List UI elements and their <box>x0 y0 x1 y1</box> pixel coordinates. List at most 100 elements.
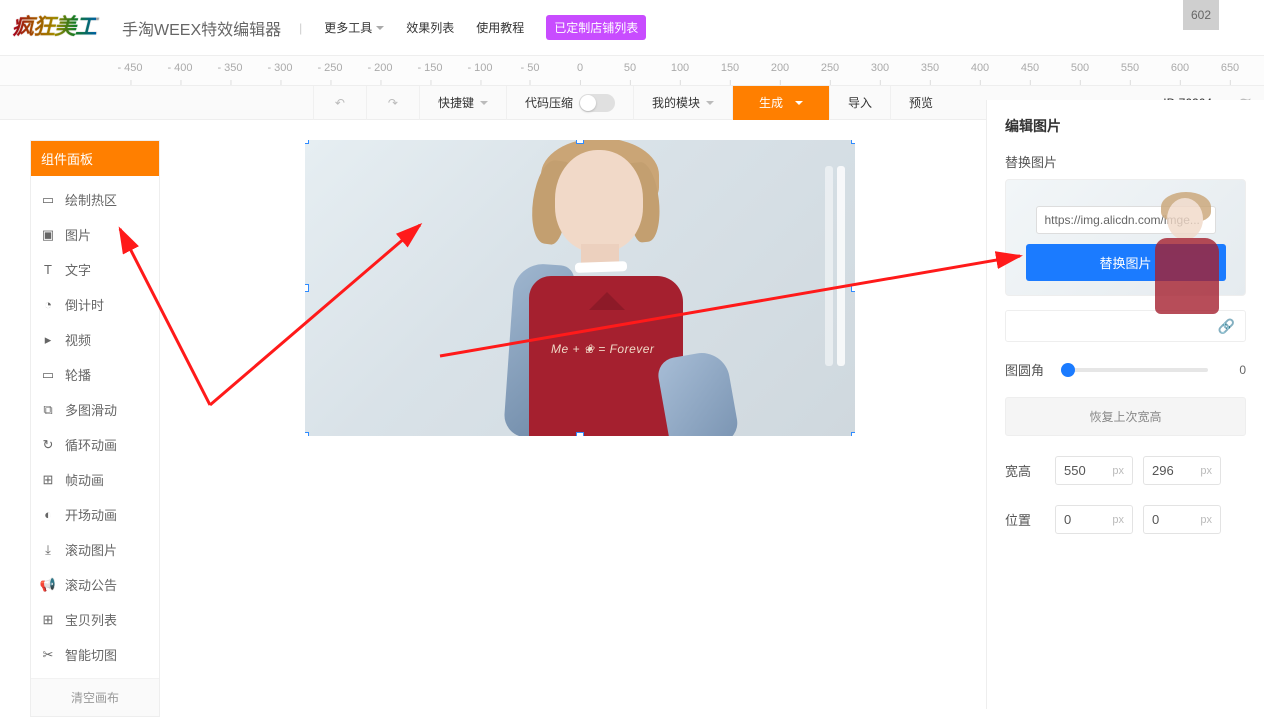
image-element[interactable]: Me + ❀ = Forever <box>305 140 855 436</box>
design-canvas[interactable]: Me + ❀ = Forever <box>305 140 855 660</box>
component-icon: ◐ <box>41 508 55 522</box>
redo-icon: ↷ <box>385 95 401 111</box>
component-item-11[interactable]: 📢滚动公告 <box>31 567 159 602</box>
component-icon: ⊞ <box>41 473 55 487</box>
component-item-12[interactable]: ⊞宝贝列表 <box>31 602 159 637</box>
image-link-field[interactable]: 🔗 <box>1005 310 1246 342</box>
toggle-switch[interactable] <box>579 94 615 112</box>
component-panel: 组件面板 ▭绘制热区▣图片 T 文字 ◔倒计时▸视频 ▭ 轮播 ⧉多图滑动 ↻ 循环动画 ⊞ 帧动画… <box>30 140 160 717</box>
caret-down-icon <box>795 101 803 109</box>
ruler-cursor: 602 <box>1183 0 1219 30</box>
ruler-tick: 50 <box>624 62 636 80</box>
caret-down-icon <box>480 101 488 109</box>
component-icon: ↻ <box>41 438 55 452</box>
size-label: 宽高 <box>1005 461 1045 480</box>
resize-handle-br[interactable] <box>851 432 855 436</box>
brand-logo-text: 疯狂美工 <box>12 14 96 39</box>
component-list: ▭绘制热区▣图片 T 文字 ◔倒计时▸视频 ▭ 轮播 ⧉多图滑动 ↻ 循环动画 ⊞ 帧动画 ◐ 开场动画… <box>31 176 159 678</box>
clear-canvas-button[interactable]: 清空画布 <box>31 678 159 716</box>
custom-shop-badge[interactable]: 已定制店铺列表 <box>546 15 646 40</box>
nav-effect-list[interactable]: 效果列表 <box>406 19 454 36</box>
component-item-8[interactable]: ⊞ 帧动画 <box>31 462 159 497</box>
ruler-tick: 150 <box>721 62 739 80</box>
component-icon: ▸ <box>41 333 55 347</box>
component-item-label: 文字 <box>65 260 91 279</box>
redo-button[interactable]: ↷ <box>366 86 419 120</box>
y-input[interactable] <box>1152 512 1192 527</box>
height-input[interactable] <box>1152 463 1192 478</box>
width-input[interactable] <box>1064 463 1104 478</box>
resize-handle-ml[interactable] <box>305 284 309 292</box>
undo-button[interactable]: ↶ <box>313 86 366 120</box>
border-radius-slider[interactable] <box>1061 368 1208 372</box>
size-row: 宽高 px px <box>1005 456 1246 485</box>
component-icon: ⧉ <box>41 403 55 417</box>
restore-size-button[interactable]: 恢复上次宽高 <box>1005 397 1246 436</box>
replace-image-label: 替换图片 <box>1005 152 1246 171</box>
ruler-tick: - 300 <box>267 62 292 80</box>
component-item-label: 开场动画 <box>65 505 117 524</box>
import-button[interactable]: 导入 <box>829 86 890 120</box>
position-label: 位置 <box>1005 510 1045 529</box>
ruler-tick: - 350 <box>217 62 242 80</box>
caret-down-icon <box>706 101 714 109</box>
ruler-tick: 300 <box>871 62 889 80</box>
width-input-wrap: px <box>1055 456 1133 485</box>
image-thumbnail-box: 替换图片 <box>1005 179 1246 296</box>
app-header: 疯狂美工 手淘WEEX特效编辑器 | 更多工具 效果列表 使用教程 已定制店铺列… <box>0 0 1264 56</box>
component-item-label: 倒计时 <box>65 295 104 314</box>
ruler-tick: 650 <box>1221 62 1239 80</box>
component-item-label: 循环动画 <box>65 435 117 454</box>
image-overlay-text: Me + ❀ = Forever <box>551 342 654 356</box>
component-item-4[interactable]: ▸视频 <box>31 322 159 357</box>
nav-tutorial[interactable]: 使用教程 <box>476 19 524 36</box>
caret-down-icon <box>376 26 384 34</box>
component-item-5[interactable]: ▭ 轮播 <box>31 357 159 392</box>
component-icon: ▭ <box>41 368 55 382</box>
component-item-label: 宝贝列表 <box>65 610 117 629</box>
ruler-tick: 100 <box>671 62 689 80</box>
slider-thumb[interactable] <box>1061 363 1075 377</box>
app-title: 手淘WEEX特效编辑器 <box>122 16 281 40</box>
component-item-13[interactable]: ✂智能切图 <box>31 637 159 672</box>
image-content: Me + ❀ = Forever <box>425 140 745 436</box>
ruler-tick: - 250 <box>317 62 342 80</box>
component-item-1[interactable]: ▣图片 <box>31 217 159 252</box>
unit-label: px <box>1200 514 1212 526</box>
component-item-label: 帧动画 <box>65 470 104 489</box>
ruler-tick: 500 <box>1071 62 1089 80</box>
component-icon: ▭ <box>41 193 55 207</box>
component-item-7[interactable]: ↻ 循环动画 <box>31 427 159 462</box>
component-panel-title: 组件面板 <box>31 141 159 176</box>
resize-handle-tr[interactable] <box>851 140 855 144</box>
component-item-10[interactable]: ⤓滚动图片 <box>31 532 159 567</box>
generate-button[interactable]: 生成 <box>732 86 829 120</box>
preview-button[interactable]: 预览 <box>890 86 951 120</box>
my-module-button[interactable]: 我的模块 <box>633 86 732 120</box>
resize-handle-tl[interactable] <box>305 140 309 144</box>
component-item-2[interactable]: T 文字 <box>31 252 159 287</box>
ruler-tick: - 400 <box>167 62 192 80</box>
component-item-0[interactable]: ▭绘制热区 <box>31 182 159 217</box>
component-item-3[interactable]: ◔倒计时 <box>31 287 159 322</box>
ruler-tick: - 200 <box>367 62 392 80</box>
component-icon: T <box>41 263 55 277</box>
y-input-wrap: px <box>1143 505 1221 534</box>
nav-separator: | <box>299 21 302 35</box>
resize-handle-bl[interactable] <box>305 432 309 436</box>
ruler-tick: 200 <box>771 62 789 80</box>
component-item-6[interactable]: ⧉多图滑动 <box>31 392 159 427</box>
ruler-tick: 0 <box>577 62 583 80</box>
x-input[interactable] <box>1064 512 1104 527</box>
shortcut-button[interactable]: 快捷键 <box>419 86 506 120</box>
header-nav: | 更多工具 效果列表 使用教程 已定制店铺列表 <box>299 15 646 40</box>
component-item-9[interactable]: ◐ 开场动画 <box>31 497 159 532</box>
component-item-label: 轮播 <box>65 365 91 384</box>
compress-toggle[interactable]: 代码压缩 <box>506 86 633 120</box>
link-icon: 🔗 <box>1218 318 1235 335</box>
resize-handle-mr[interactable] <box>851 284 855 292</box>
ruler-tick: 400 <box>971 62 989 80</box>
nav-more-tools[interactable]: 更多工具 <box>324 19 384 36</box>
border-radius-value: 0 <box>1218 363 1246 377</box>
border-radius-row: 图圆角 0 <box>1005 360 1246 379</box>
